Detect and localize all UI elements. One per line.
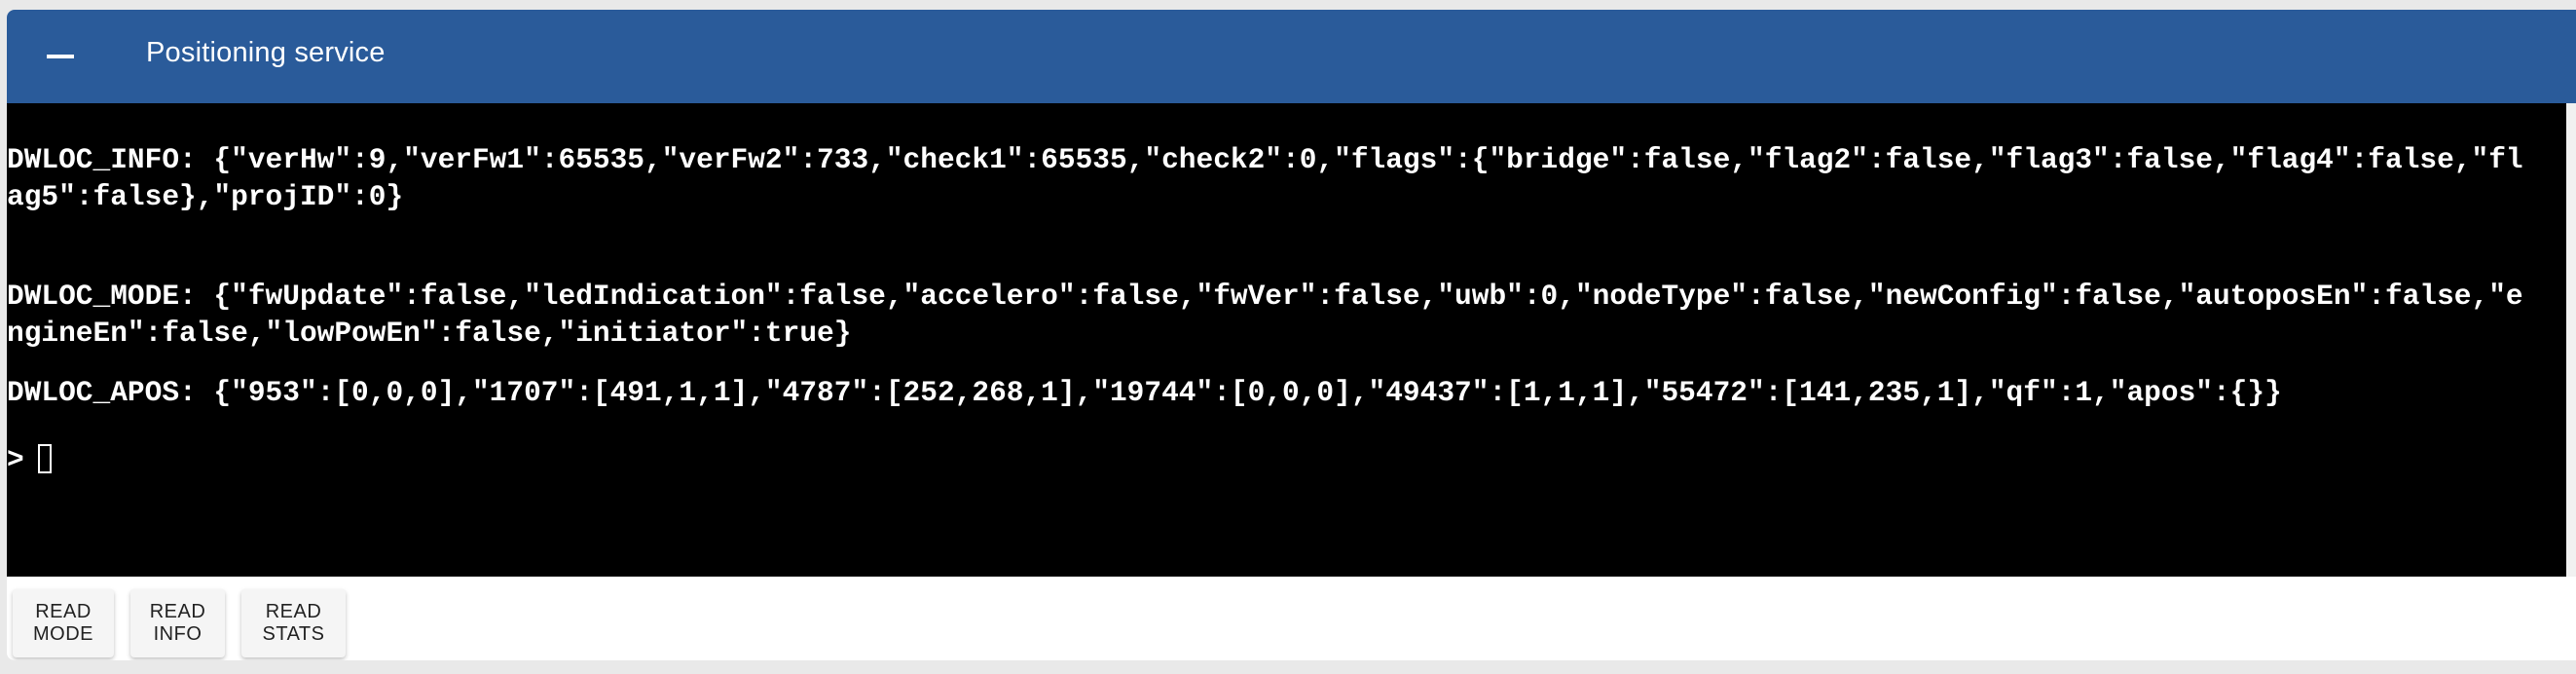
- panel-header[interactable]: Positioning service: [7, 10, 2576, 103]
- cursor: [37, 444, 52, 473]
- panel-title: Positioning service: [146, 37, 386, 68]
- read-info-button[interactable]: READ INFO: [130, 589, 225, 657]
- terminal-output[interactable]: DWLOC_INFO: {"verHw":9,"verFw1":65535,"v…: [7, 103, 2566, 577]
- terminal-line: ngineEn":false,"lowPowEn":false,"initiat…: [7, 317, 852, 350]
- read-mode-button[interactable]: READ MODE: [13, 589, 114, 657]
- terminal-line: ag5":false},"projID":0}: [7, 180, 404, 213]
- minus-icon[interactable]: [47, 55, 74, 58]
- terminal-line: DWLOC_MODE: {"fwUpdate":false,"ledIndica…: [7, 280, 2523, 313]
- terminal-prompt[interactable]: >: [7, 441, 52, 478]
- prompt-symbol: >: [7, 443, 24, 476]
- read-stats-button[interactable]: READ STATS: [241, 589, 346, 657]
- terminal-line: DWLOC_INFO: {"verHw":9,"verFw1":65535,"v…: [7, 143, 2523, 176]
- scrollbar[interactable]: [2566, 103, 2576, 577]
- terminal-line: DWLOC_APOS: {"953":[0,0,0],"1707":[491,1…: [7, 376, 2282, 409]
- positioning-service-panel: Positioning service DWLOC_INFO: {"verHw"…: [7, 10, 2576, 660]
